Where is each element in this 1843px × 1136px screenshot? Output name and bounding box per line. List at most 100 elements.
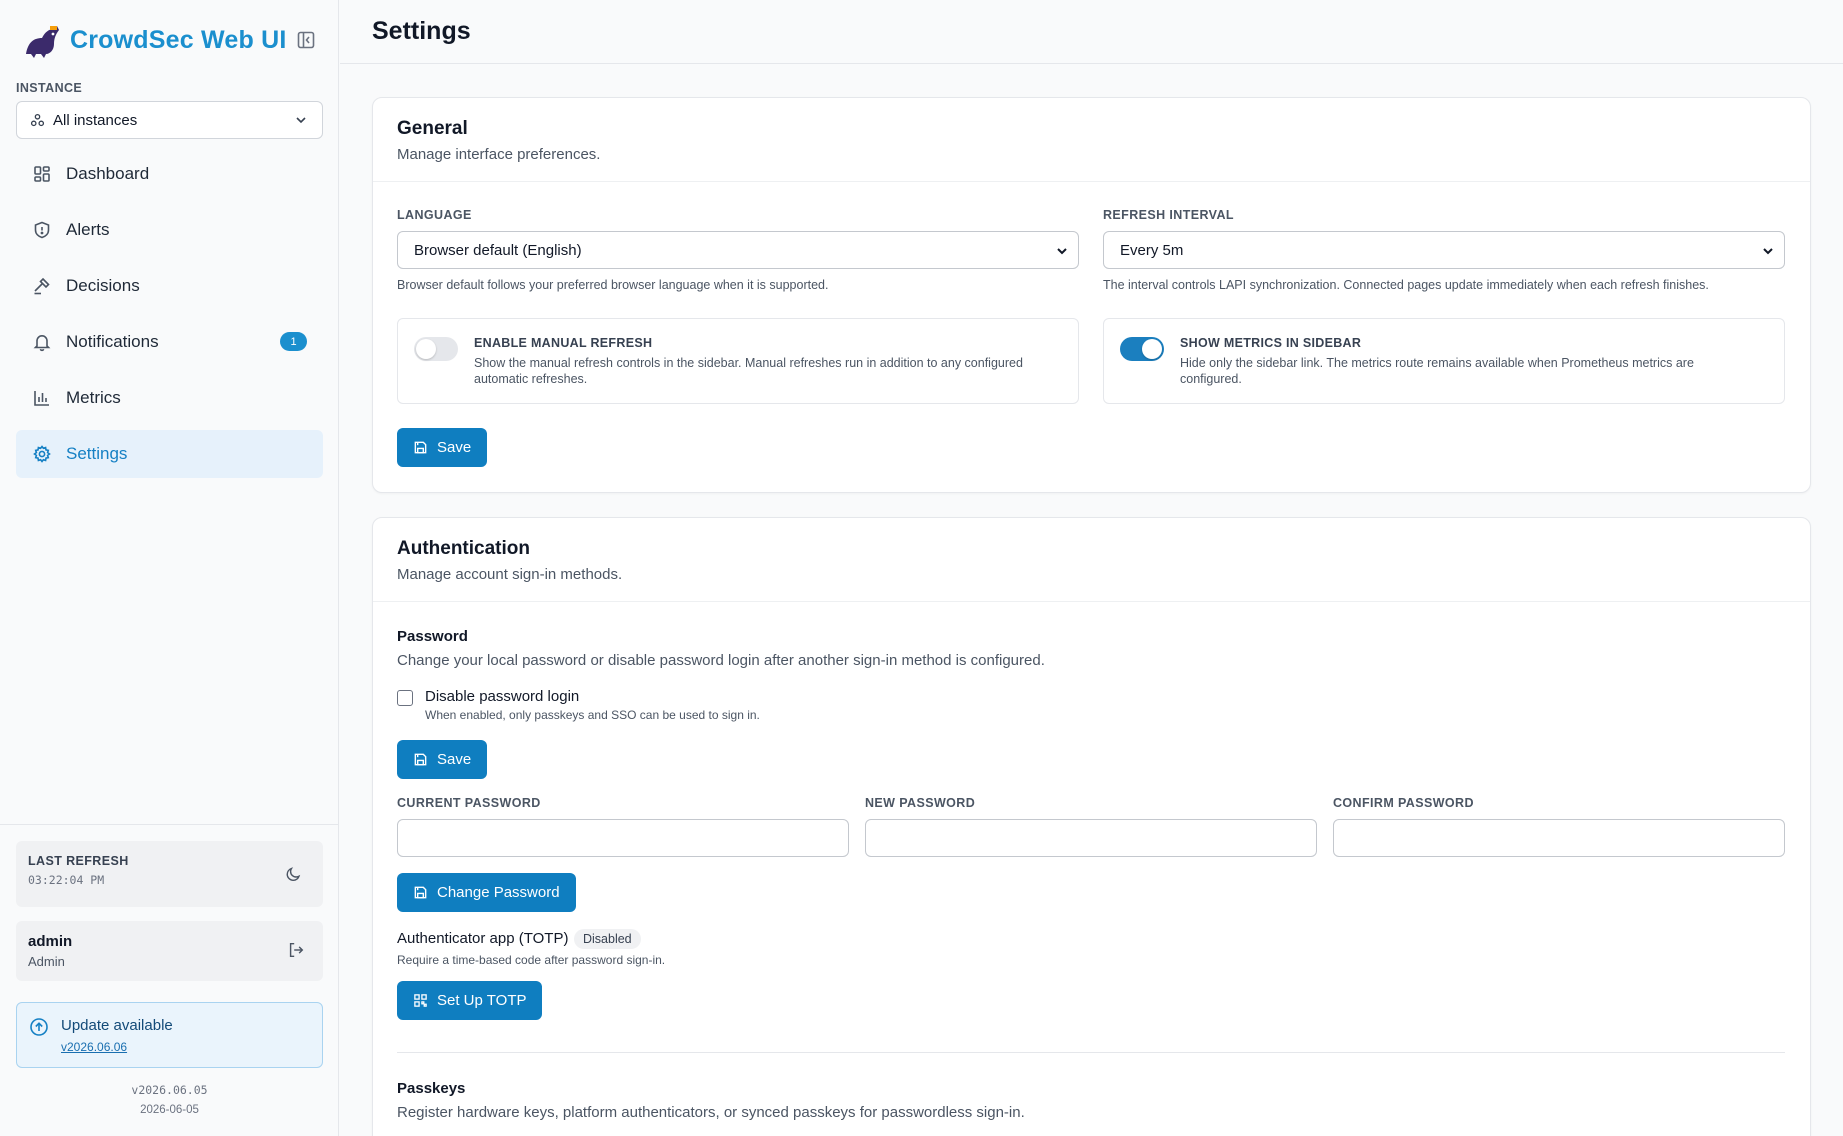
sidebar: CrowdSec Web UI INSTANCE All instances D… (0, 0, 339, 1136)
instance-select-value: All instances (53, 111, 138, 129)
page-title: Settings (372, 17, 471, 45)
refresh-interval-label: REFRESH INTERVAL (1103, 208, 1234, 222)
language-help: Browser default follows your preferred b… (397, 278, 829, 292)
sidebar-item-label: Dashboard (66, 164, 150, 183)
language-select[interactable]: Browser default (English) (397, 231, 1079, 269)
save-icon (414, 886, 427, 899)
button-label: Save (437, 751, 472, 768)
sidebar-item-decisions[interactable]: Decisions (16, 262, 323, 310)
chevron-down-icon (296, 117, 306, 124)
sidebar-item-notifications[interactable]: Notifications 1 (16, 318, 323, 366)
setup-totp-button[interactable]: Set Up TOTP (397, 981, 543, 1020)
passkeys-title: Passkeys (397, 1080, 466, 1097)
current-version: v2026.06.05 (131, 1083, 208, 1097)
instance-select[interactable]: All instances (16, 101, 323, 139)
save-icon (414, 753, 427, 766)
disable-password-label: Disable password login (425, 688, 580, 705)
button-label: Save (437, 439, 472, 456)
top-bar: Settings (340, 0, 1843, 64)
new-password-input[interactable] (865, 819, 1317, 857)
sidebar-item-label: Notifications (66, 332, 159, 351)
new-password-label: NEW PASSWORD (865, 796, 976, 810)
authentication-card: Authentication Manage account sign-in me… (372, 517, 1811, 1136)
card-title: General (397, 118, 468, 139)
instance-label: INSTANCE (16, 81, 83, 95)
manual-refresh-title: ENABLE MANUAL REFRESH (474, 336, 653, 350)
confirm-password-label: CONFIRM PASSWORD (1333, 796, 1474, 810)
gavel-icon (34, 277, 50, 295)
sidebar-item-label: Metrics (66, 388, 121, 407)
change-password-button[interactable]: Change Password (397, 873, 576, 912)
refresh-interval-value: Every 5m (1120, 241, 1184, 259)
manual-refresh-switch[interactable] (414, 337, 458, 361)
sidebar-item-alerts[interactable]: Alerts (16, 206, 323, 254)
sidebar-item-settings[interactable]: Settings (16, 430, 323, 478)
totp-status-badge: Disabled (574, 929, 641, 949)
gear-icon (33, 445, 51, 463)
metrics-sidebar-toggle-card: SHOW METRICS IN SIDEBAR Hide only the si… (1103, 318, 1785, 404)
current-password-label: CURRENT PASSWORD (397, 796, 541, 810)
user-card: admin Admin (16, 921, 323, 981)
build-date: 2026-06-05 (140, 1104, 199, 1116)
show-metrics-desc: Hide only the sidebar link. The metrics … (1180, 356, 1694, 386)
brand-title: CrowdSec Web UI (70, 25, 287, 54)
bar-chart-icon (34, 391, 49, 406)
dashboard-icon (34, 166, 50, 182)
button-label: Change Password (437, 884, 560, 901)
crowdsec-logo-icon (26, 26, 59, 58)
show-metrics-switch[interactable] (1120, 337, 1164, 361)
password-save-button[interactable]: Save (397, 740, 488, 779)
qr-code-icon (414, 994, 427, 1007)
card-title: Authentication (397, 538, 530, 559)
card-subtitle: Manage interface preferences. (397, 146, 601, 163)
general-save-button[interactable]: Save (397, 428, 488, 467)
password-section-desc: Change your local password or disable pa… (397, 652, 1045, 669)
last-refresh-label: LAST REFRESH (28, 854, 129, 868)
disable-password-checkbox[interactable] (397, 690, 413, 706)
main-content: Settings General Manage interface prefer… (340, 0, 1843, 1136)
totp-title: Authenticator app (TOTP) (397, 930, 569, 947)
sidebar-item-label: Alerts (66, 220, 110, 239)
update-version-link[interactable]: v2026.06.06 (61, 1040, 127, 1054)
password-section-title: Password (397, 628, 468, 645)
disable-password-help: When enabled, only passkeys and SSO can … (425, 708, 760, 722)
sidebar-item-metrics[interactable]: Metrics (16, 374, 323, 422)
user-role: Admin (28, 954, 65, 969)
button-label: Set Up TOTP (437, 992, 527, 1009)
user-name: admin (28, 933, 73, 950)
bell-icon (33, 334, 51, 352)
sidebar-footer: LAST REFRESH 03:22:04 PM admin Admin Upd… (0, 824, 339, 1136)
manual-refresh-desc: Show the manual refresh controls in the … (474, 356, 1023, 386)
sidebar-item-dashboard[interactable]: Dashboard (16, 150, 323, 198)
manual-refresh-toggle-card: ENABLE MANUAL REFRESH Show the manual re… (397, 318, 1079, 404)
last-refresh-time: 03:22:04 PM (28, 873, 105, 887)
chevron-down-icon (1057, 248, 1067, 255)
last-refresh-card: LAST REFRESH 03:22:04 PM (16, 841, 323, 907)
instances-icon (30, 113, 45, 126)
language-select-value: Browser default (English) (414, 241, 582, 259)
refresh-interval-help: The interval controls LAPI synchronizati… (1103, 278, 1709, 292)
show-metrics-title: SHOW METRICS IN SIDEBAR (1180, 336, 1362, 350)
sidebar-item-label: Decisions (66, 276, 140, 295)
update-title: Update available (61, 1017, 173, 1034)
shield-alert-icon (34, 221, 50, 239)
switch-knob (1142, 339, 1162, 359)
section-divider (397, 1052, 1785, 1053)
collapse-sidebar-icon[interactable] (296, 30, 316, 50)
update-available-card[interactable]: Update available v2026.06.06 (16, 1002, 323, 1068)
sidebar-item-label: Settings (66, 444, 128, 463)
moon-icon[interactable] (285, 865, 303, 883)
save-icon (414, 441, 427, 454)
current-password-input[interactable] (397, 819, 849, 857)
chevron-down-icon (1763, 248, 1773, 255)
logout-icon[interactable] (287, 941, 305, 959)
confirm-password-input[interactable] (1333, 819, 1785, 857)
sidebar-nav: Dashboard Alerts Decisions Notifications… (16, 150, 323, 486)
refresh-interval-select[interactable]: Every 5m (1103, 231, 1785, 269)
card-subtitle: Manage account sign-in methods. (397, 566, 623, 583)
arrow-up-circle-icon (30, 1018, 48, 1036)
notification-count-badge: 1 (280, 332, 307, 351)
general-settings-card: General Manage interface preferences. LA… (372, 97, 1811, 493)
brand[interactable]: CrowdSec Web UI (22, 18, 286, 62)
language-label: LANGUAGE (397, 208, 472, 222)
